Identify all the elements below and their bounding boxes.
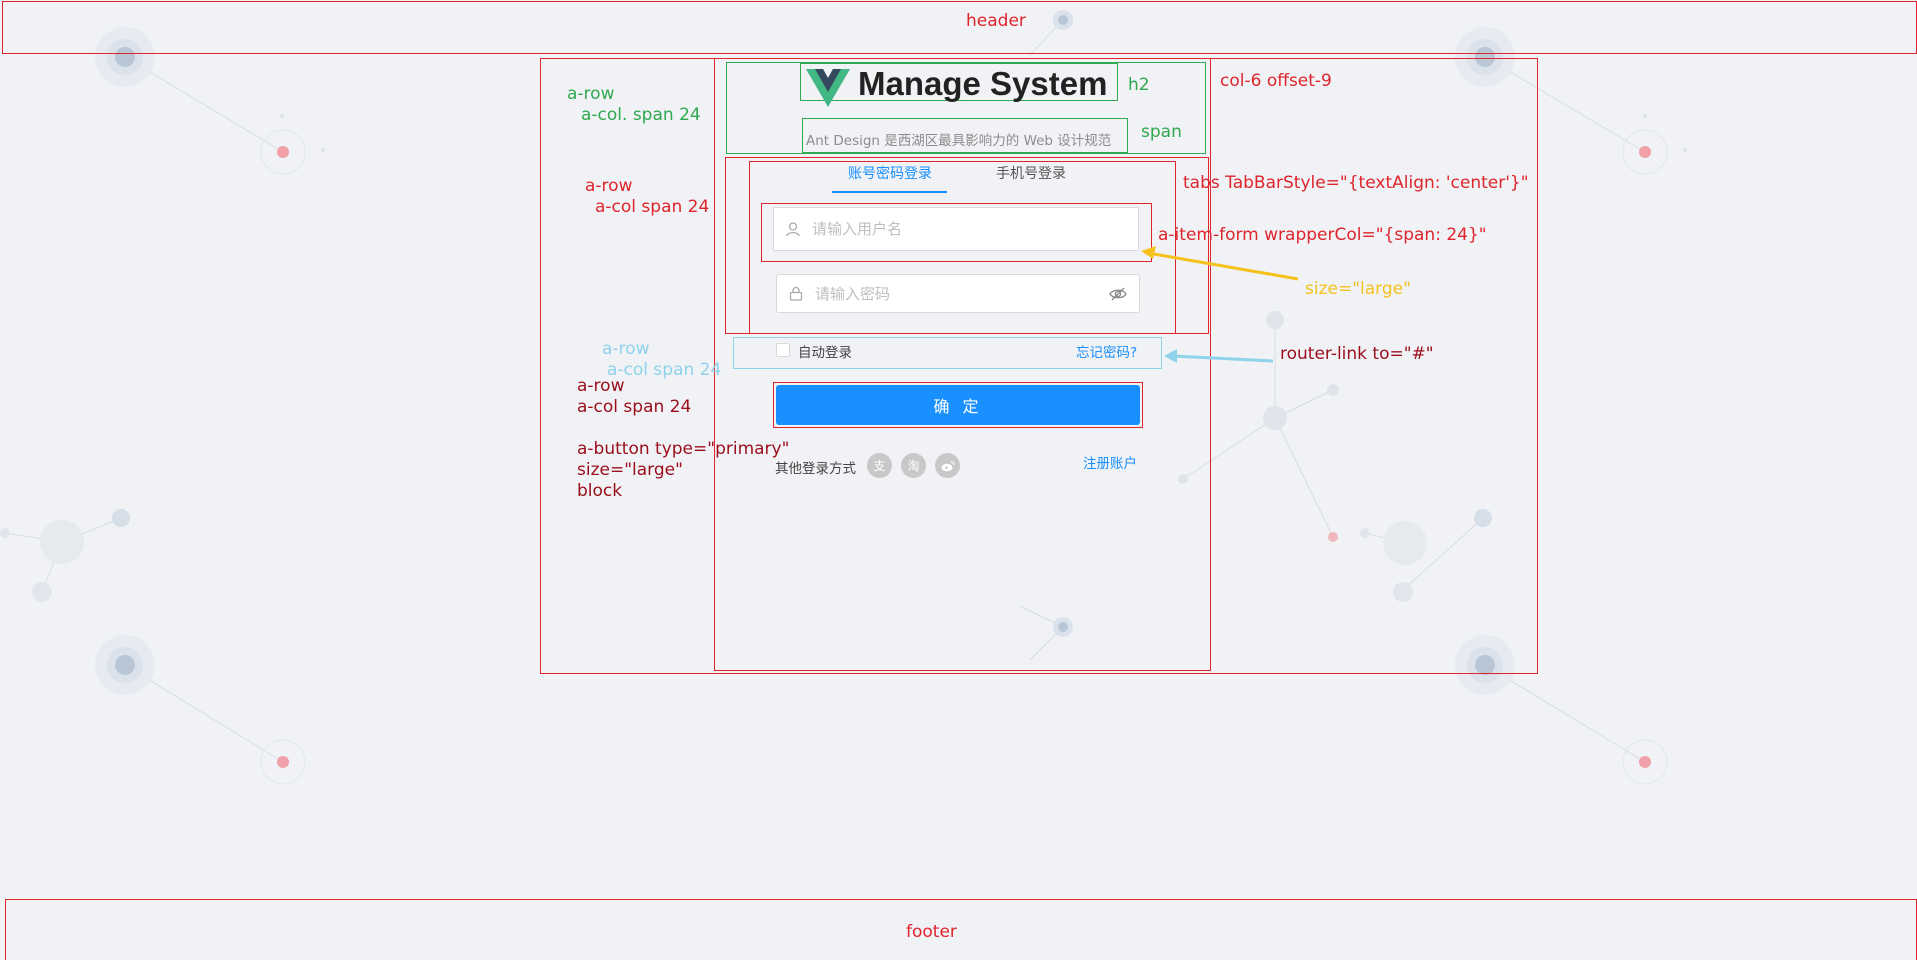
size-large-arrow (1141, 246, 1299, 281)
router-link-arrow (1164, 349, 1274, 363)
annotation-arrows (1141, 246, 1299, 363)
